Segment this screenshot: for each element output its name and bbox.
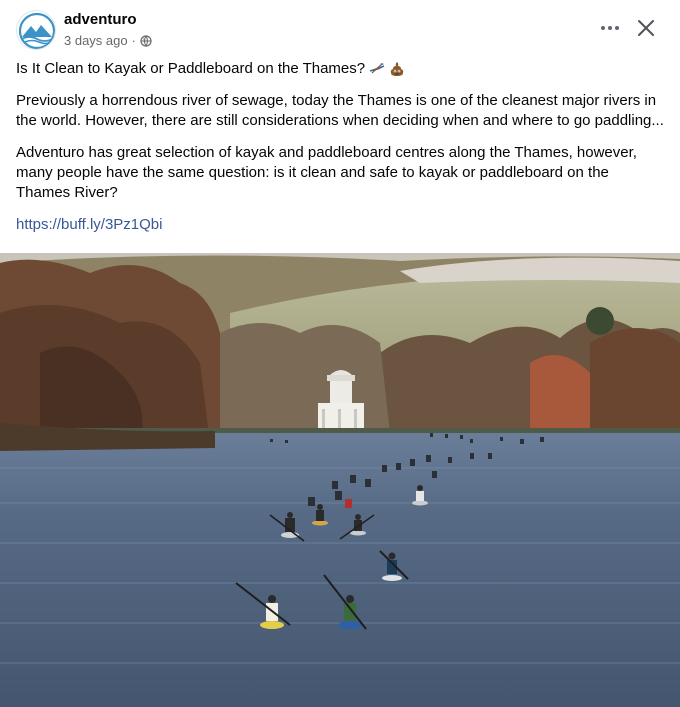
post-header: adventuro 3 days ago · bbox=[0, 0, 680, 56]
meta-separator: · bbox=[131, 33, 136, 48]
post-title-line: Is It Clean to Kayak or Paddleboard on t… bbox=[16, 59, 664, 79]
adventuro-logo-icon bbox=[18, 12, 55, 49]
more-options-button[interactable] bbox=[592, 12, 628, 44]
post-photo[interactable] bbox=[0, 253, 680, 707]
kayak-emoji bbox=[369, 63, 385, 74]
avatar[interactable] bbox=[16, 10, 56, 50]
facebook-post: adventuro 3 days ago · Is It Clean to Ka… bbox=[0, 0, 680, 707]
globe-icon[interactable] bbox=[140, 34, 152, 47]
post-author-name[interactable]: adventuro bbox=[64, 11, 137, 28]
post-link[interactable]: https://buff.ly/3Pz1Qbi bbox=[16, 216, 162, 233]
post-body: Is It Clean to Kayak or Paddleboard on t… bbox=[16, 59, 664, 247]
close-button[interactable] bbox=[628, 12, 664, 44]
post-meta: 3 days ago · bbox=[64, 33, 152, 48]
post-paragraph-2: Adventuro has great selection of kayak a… bbox=[16, 144, 637, 201]
post-paragraph-1: Previously a horrendous river of sewage,… bbox=[16, 92, 664, 129]
post-timestamp[interactable]: 3 days ago bbox=[64, 33, 128, 48]
more-horizontal-icon bbox=[601, 26, 619, 30]
post-title: Is It Clean to Kayak or Paddleboard on t… bbox=[16, 60, 366, 77]
close-icon bbox=[638, 20, 654, 36]
poop-emoji bbox=[390, 62, 404, 76]
